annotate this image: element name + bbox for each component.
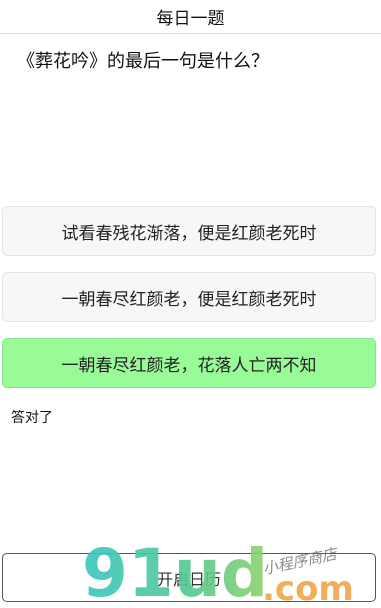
open-calendar-button[interactable]: 开启日历: [2, 553, 376, 602]
answer-option-label: 试看春残花渐落，便是红颜老死时: [61, 223, 317, 244]
answer-option-1[interactable]: 试看春残花渐落，便是红颜老死时: [2, 206, 376, 256]
open-calendar-label: 开启日历: [156, 569, 221, 589]
answer-option-label: 一朝春尽红颜老，便是红颜老死时: [61, 289, 317, 310]
answer-option-3-correct[interactable]: 一朝春尽红颜老，花落人亡两不知: [2, 338, 376, 388]
title-bar: 每日一题: [0, 0, 381, 34]
page-title: 每日一题: [156, 9, 225, 29]
answer-option-2[interactable]: 一朝春尽红颜老，便是红颜老死时: [2, 272, 376, 322]
result-message: 答对了: [11, 410, 53, 426]
answer-option-label: 一朝春尽红颜老，花落人亡两不知: [61, 355, 317, 376]
app-screen: 每日一题 《葬花吟》的最后一句是什么？ 试看春残花渐落，便是红颜老死时 一朝春尽…: [0, 0, 381, 608]
question-text: 《葬花吟》的最后一句是什么？: [17, 51, 269, 72]
